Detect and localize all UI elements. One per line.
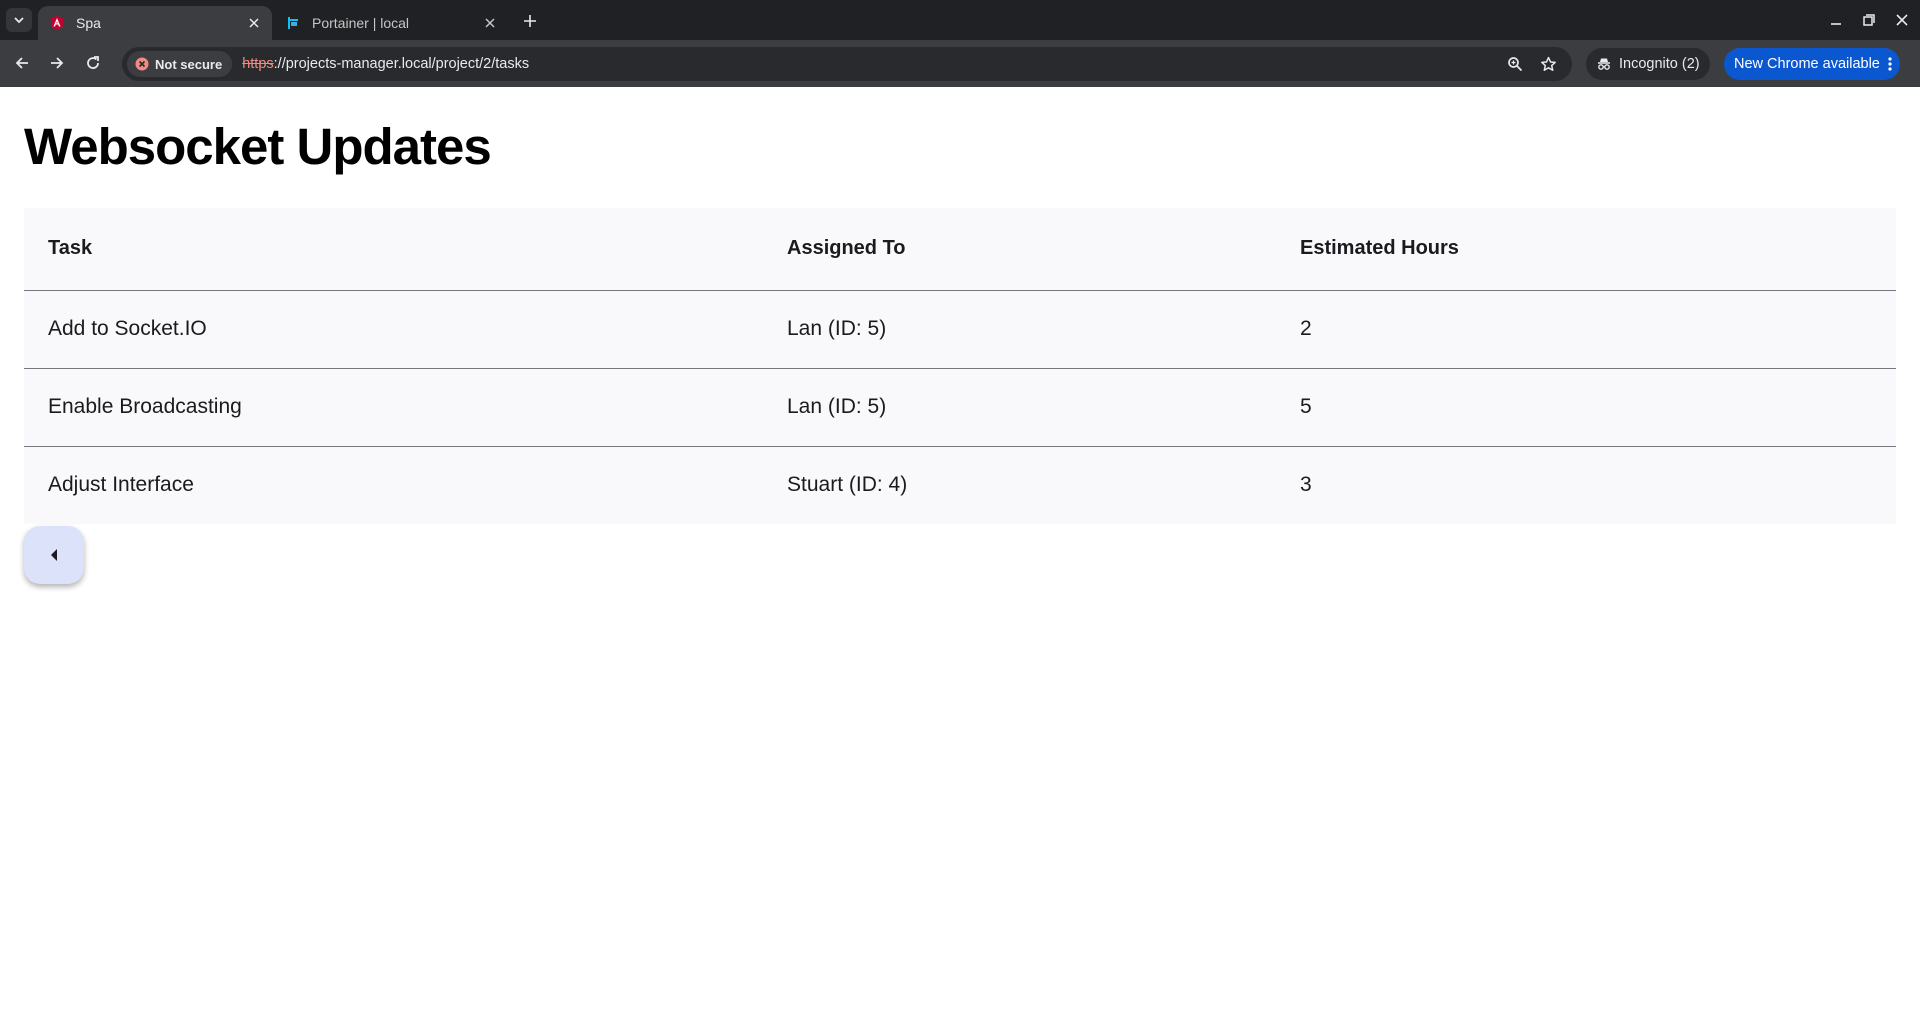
portainer-logo-icon <box>284 14 302 32</box>
restore-window-button[interactable] <box>1859 10 1879 30</box>
arrow-right-icon <box>51 57 64 69</box>
table-header-row: Task Assigned To Estimated Hours <box>24 208 1896 291</box>
plus-icon <box>524 15 536 27</box>
reload-icon <box>87 56 99 69</box>
assignee-cell: Stuart (ID: 4) <box>787 473 908 497</box>
reload-button[interactable] <box>81 51 105 75</box>
page-content: Websocket Updates Task Assigned To Estim… <box>0 87 1920 1035</box>
hours-cell: 2 <box>1276 290 1896 369</box>
tab-search-button[interactable] <box>6 8 32 32</box>
page-title: Websocket Updates <box>24 118 492 175</box>
close-tab-icon[interactable] <box>482 15 498 31</box>
tab-title: Portainer | local <box>312 15 410 31</box>
browser-tab-strip: Spa Portainer | local <box>0 0 1920 40</box>
minimize-window-button[interactable] <box>1826 10 1846 30</box>
table-row[interactable]: Adjust Interface Stuart (ID: 4) 3 <box>24 446 1896 524</box>
restore-icon <box>1863 14 1875 26</box>
forward-button[interactable] <box>45 51 69 75</box>
chrome-update-button[interactable]: New Chrome available <box>1724 48 1900 80</box>
url-scheme: https <box>242 56 274 72</box>
url-text[interactable]: https://projects-manager.local/project/2… <box>242 56 529 72</box>
tab-portainer[interactable]: Portainer | local <box>274 6 508 40</box>
security-label: Not secure <box>155 56 223 72</box>
angular-logo-icon <box>48 14 66 32</box>
caret-left-icon <box>51 549 57 561</box>
assignee-cell: Lan (ID: 5) <box>763 368 1276 447</box>
tab-title: Spa <box>76 15 101 31</box>
zoom-icon[interactable] <box>1505 54 1525 74</box>
new-tab-button[interactable] <box>518 9 542 33</box>
tab-spa[interactable]: Spa <box>38 6 272 40</box>
assignee-cell: Lan (ID: 5) <box>763 290 1276 369</box>
back-button[interactable] <box>10 51 34 75</box>
incognito-icon <box>1598 58 1610 70</box>
security-indicator[interactable]: Not secure <box>127 51 233 77</box>
task-name-cell: Enable Broadcasting <box>24 368 763 447</box>
column-header-task[interactable]: Task <box>24 208 763 291</box>
minimize-icon <box>1831 23 1841 25</box>
close-tab-icon[interactable] <box>246 15 262 31</box>
hours-cell: 5 <box>1276 368 1896 447</box>
chevron-down-icon <box>14 17 24 24</box>
arrow-left-icon <box>15 57 28 69</box>
task-name-cell: Add to Socket.IO <box>24 290 763 369</box>
back-fab-button[interactable] <box>24 526 84 584</box>
url-path: ://projects-manager.local/project/2/task… <box>273 56 530 72</box>
column-header-assigned-to[interactable]: Assigned To <box>763 208 1276 291</box>
bookmark-star-icon[interactable] <box>1538 54 1558 74</box>
tasks-table: Task Assigned To Estimated Hours Add to … <box>24 208 1896 524</box>
task-name-cell: Adjust Interface <box>48 473 194 497</box>
close-icon <box>1896 14 1908 26</box>
column-header-estimated-hours[interactable]: Estimated Hours <box>1276 208 1896 291</box>
incognito-label: Incognito (2) <box>1619 56 1700 72</box>
table-row[interactable]: Enable Broadcasting Lan (ID: 5) 5 <box>24 368 1896 447</box>
warning-circle-icon <box>135 57 149 71</box>
browser-toolbar: Not secure https://projects-manager.loca… <box>0 40 1920 87</box>
more-vert-icon <box>1888 57 1892 71</box>
incognito-indicator[interactable]: Incognito (2) <box>1586 48 1710 80</box>
hours-cell: 3 <box>1300 473 1312 497</box>
address-bar[interactable]: Not secure https://projects-manager.loca… <box>122 47 1572 81</box>
update-label: New Chrome available <box>1734 56 1880 72</box>
close-window-button[interactable] <box>1892 10 1912 30</box>
table-row[interactable]: Add to Socket.IO Lan (ID: 5) 2 <box>24 290 1896 369</box>
